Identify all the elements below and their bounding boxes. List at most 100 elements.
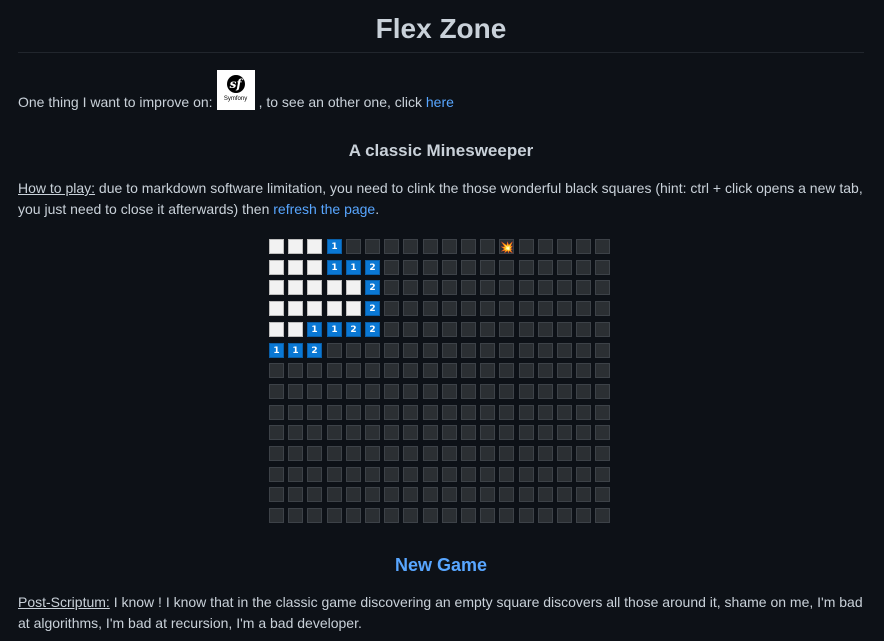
hidden-cell[interactable] <box>327 363 342 378</box>
hidden-cell[interactable] <box>519 405 534 420</box>
hidden-cell[interactable] <box>499 425 514 440</box>
hidden-cell[interactable] <box>538 363 553 378</box>
hidden-cell[interactable] <box>595 363 610 378</box>
hidden-cell[interactable] <box>423 239 438 254</box>
hidden-cell[interactable] <box>499 343 514 358</box>
hidden-cell[interactable] <box>384 280 399 295</box>
hidden-cell[interactable] <box>307 467 322 482</box>
hidden-cell[interactable] <box>595 280 610 295</box>
hidden-cell[interactable] <box>499 322 514 337</box>
hidden-cell[interactable] <box>423 405 438 420</box>
hidden-cell[interactable] <box>423 487 438 502</box>
hidden-cell[interactable] <box>269 487 284 502</box>
hidden-cell[interactable] <box>461 425 476 440</box>
hidden-cell[interactable] <box>595 322 610 337</box>
hidden-cell[interactable] <box>595 260 610 275</box>
hidden-cell[interactable] <box>576 446 591 461</box>
hidden-cell[interactable] <box>288 384 303 399</box>
hidden-cell[interactable] <box>557 467 572 482</box>
hidden-cell[interactable] <box>595 446 610 461</box>
hidden-cell[interactable] <box>423 343 438 358</box>
hidden-cell[interactable] <box>576 467 591 482</box>
hidden-cell[interactable] <box>480 343 495 358</box>
hidden-cell[interactable] <box>461 405 476 420</box>
hidden-cell[interactable] <box>442 280 457 295</box>
hidden-cell[interactable] <box>288 363 303 378</box>
hidden-cell[interactable] <box>480 467 495 482</box>
hidden-cell[interactable] <box>365 239 380 254</box>
hidden-cell[interactable] <box>288 487 303 502</box>
hidden-cell[interactable] <box>346 405 361 420</box>
hidden-cell[interactable] <box>576 363 591 378</box>
hidden-cell[interactable] <box>403 384 418 399</box>
hidden-cell[interactable] <box>499 301 514 316</box>
hidden-cell[interactable] <box>480 405 495 420</box>
hidden-cell[interactable] <box>519 322 534 337</box>
hidden-cell[interactable] <box>461 467 476 482</box>
hidden-cell[interactable] <box>461 239 476 254</box>
hidden-cell[interactable] <box>519 280 534 295</box>
hidden-cell[interactable] <box>557 343 572 358</box>
hidden-cell[interactable] <box>480 301 495 316</box>
hidden-cell[interactable] <box>365 487 380 502</box>
hidden-cell[interactable] <box>288 467 303 482</box>
hidden-cell[interactable] <box>423 425 438 440</box>
hidden-cell[interactable] <box>557 384 572 399</box>
hidden-cell[interactable] <box>576 425 591 440</box>
hidden-cell[interactable] <box>307 425 322 440</box>
hidden-cell[interactable] <box>403 363 418 378</box>
hidden-cell[interactable] <box>327 405 342 420</box>
hidden-cell[interactable] <box>403 280 418 295</box>
hidden-cell[interactable] <box>346 384 361 399</box>
hidden-cell[interactable] <box>403 301 418 316</box>
hidden-cell[interactable] <box>327 446 342 461</box>
hidden-cell[interactable] <box>576 343 591 358</box>
hidden-cell[interactable] <box>327 343 342 358</box>
hidden-cell[interactable] <box>442 446 457 461</box>
hidden-cell[interactable] <box>269 508 284 523</box>
hidden-cell[interactable] <box>442 487 457 502</box>
hidden-cell[interactable] <box>423 446 438 461</box>
hidden-cell[interactable] <box>557 487 572 502</box>
hidden-cell[interactable] <box>519 384 534 399</box>
hidden-cell[interactable] <box>346 343 361 358</box>
hidden-cell[interactable] <box>538 487 553 502</box>
hidden-cell[interactable] <box>307 487 322 502</box>
hidden-cell[interactable] <box>595 425 610 440</box>
hidden-cell[interactable] <box>346 363 361 378</box>
hidden-cell[interactable] <box>384 363 399 378</box>
hidden-cell[interactable] <box>461 508 476 523</box>
hidden-cell[interactable] <box>384 384 399 399</box>
hidden-cell[interactable] <box>346 487 361 502</box>
hidden-cell[interactable] <box>384 343 399 358</box>
hidden-cell[interactable] <box>519 363 534 378</box>
hidden-cell[interactable] <box>538 301 553 316</box>
hidden-cell[interactable] <box>576 280 591 295</box>
hidden-cell[interactable] <box>442 343 457 358</box>
hidden-cell[interactable] <box>423 363 438 378</box>
hidden-cell[interactable] <box>576 384 591 399</box>
hidden-cell[interactable] <box>538 508 553 523</box>
hidden-cell[interactable] <box>403 508 418 523</box>
hidden-cell[interactable] <box>461 446 476 461</box>
hidden-cell[interactable] <box>519 301 534 316</box>
hidden-cell[interactable] <box>423 322 438 337</box>
hidden-cell[interactable] <box>442 322 457 337</box>
hidden-cell[interactable] <box>595 487 610 502</box>
hidden-cell[interactable] <box>461 301 476 316</box>
hidden-cell[interactable] <box>519 260 534 275</box>
hidden-cell[interactable] <box>538 239 553 254</box>
hidden-cell[interactable] <box>327 467 342 482</box>
hidden-cell[interactable] <box>423 384 438 399</box>
hidden-cell[interactable] <box>384 425 399 440</box>
hidden-cell[interactable] <box>461 384 476 399</box>
hidden-cell[interactable] <box>576 239 591 254</box>
hidden-cell[interactable] <box>403 322 418 337</box>
hidden-cell[interactable] <box>327 508 342 523</box>
hidden-cell[interactable] <box>384 301 399 316</box>
hidden-cell[interactable] <box>461 363 476 378</box>
hidden-cell[interactable] <box>384 322 399 337</box>
hidden-cell[interactable] <box>557 425 572 440</box>
hidden-cell[interactable] <box>269 405 284 420</box>
hidden-cell[interactable] <box>403 405 418 420</box>
